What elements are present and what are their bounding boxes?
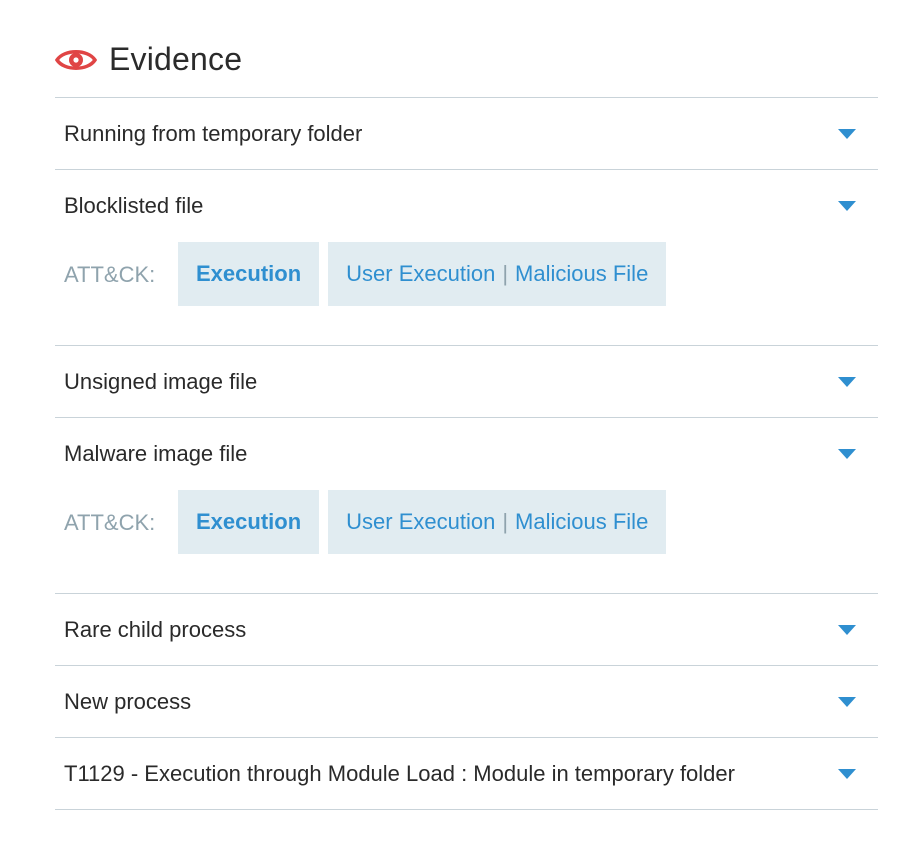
evidence-item-label: T1129 - Execution through Module Load : … <box>64 760 735 786</box>
attack-subtechnique-label: Malicious File <box>515 261 649 286</box>
attack-separator: | <box>502 261 509 286</box>
caret-down-icon[interactable] <box>838 696 856 707</box>
evidence-item-new-process[interactable]: New process <box>55 666 878 738</box>
caret-down-icon[interactable] <box>838 624 856 635</box>
attack-separator: | <box>502 509 509 534</box>
eye-icon <box>55 46 97 74</box>
caret-down-icon[interactable] <box>838 376 856 387</box>
attack-technique-label: User Execution <box>346 261 496 286</box>
evidence-item-label: Blocklisted file <box>64 193 204 218</box>
attack-prefix: ATT&CK: <box>64 262 156 287</box>
caret-down-icon[interactable] <box>838 201 856 211</box>
evidence-item-malware-image[interactable]: Malware image file <box>55 418 878 490</box>
caret-down-icon[interactable] <box>838 128 856 139</box>
attack-tactic-chip[interactable]: Execution <box>178 490 320 554</box>
evidence-item-t1129[interactable]: T1129 - Execution through Module Load : … <box>55 738 878 810</box>
attack-technique-chip[interactable]: User Execution | Malicious File <box>328 242 667 306</box>
evidence-item-label: Unsigned image file <box>64 368 258 394</box>
evidence-item-label: New process <box>64 688 192 714</box>
attack-technique-chip[interactable]: User Execution | Malicious File <box>328 490 667 554</box>
evidence-item-label: Running from temporary folder <box>64 120 363 146</box>
evidence-panel: Evidence Running from temporary folder B… <box>55 0 878 810</box>
attack-tactic-label: Execution <box>196 261 302 286</box>
attack-prefix: ATT&CK: <box>64 510 156 535</box>
evidence-item-rare-child-process[interactable]: Rare child process <box>55 594 878 666</box>
attack-mapping: ATT&CK: Execution User Execution | Malic… <box>55 490 878 594</box>
evidence-item-label: Rare child process <box>64 616 247 642</box>
evidence-header: Evidence <box>55 0 878 98</box>
attack-mapping: ATT&CK: Execution User Execution | Malic… <box>55 242 878 346</box>
page-title: Evidence <box>109 41 243 77</box>
attack-tactic-chip[interactable]: Execution <box>178 242 320 306</box>
attack-tactic-label: Execution <box>196 509 302 534</box>
evidence-item-blocklisted-file[interactable]: Blocklisted file <box>55 170 878 242</box>
attack-subtechnique-label: Malicious File <box>515 509 649 534</box>
evidence-item-label: Malware image file <box>64 441 248 466</box>
caret-down-icon[interactable] <box>838 449 856 459</box>
attack-technique-label: User Execution <box>346 509 496 534</box>
caret-down-icon[interactable] <box>838 768 856 779</box>
evidence-item-running-from-temp[interactable]: Running from temporary folder <box>55 98 878 170</box>
evidence-item-unsigned-image[interactable]: Unsigned image file <box>55 346 878 418</box>
